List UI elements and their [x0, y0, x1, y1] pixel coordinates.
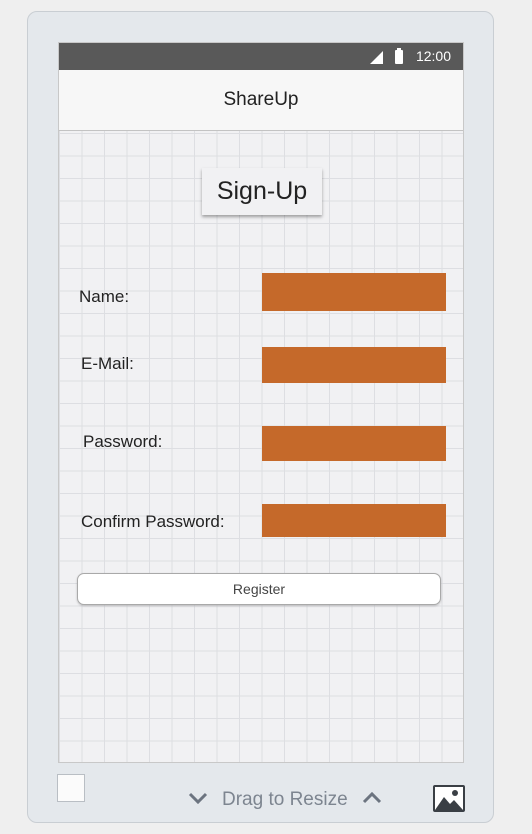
chevron-up-icon[interactable] — [362, 788, 382, 811]
drag-to-resize-label: Drag to Resize — [222, 788, 348, 810]
confirm-password-field[interactable] — [262, 504, 446, 537]
name-field[interactable] — [262, 273, 446, 311]
status-time: 12:00 — [415, 48, 451, 64]
device-frame: 12:00 ShareUp Sign-Up Name: E-Mail: Pass… — [27, 11, 494, 823]
password-label: Password: — [83, 432, 163, 451]
signal-icon — [370, 51, 383, 64]
image-icon[interactable] — [433, 785, 465, 812]
drag-to-resize-control[interactable]: Drag to Resize — [188, 788, 382, 811]
name-label: Name: — [79, 287, 130, 306]
register-button[interactable]: Register — [77, 573, 441, 605]
phone-screen: 12:00 ShareUp Sign-Up Name: E-Mail: Pass… — [58, 42, 464, 763]
password-field[interactable] — [262, 426, 446, 461]
app-title-bar: ShareUp — [59, 70, 463, 131]
checkbox[interactable] — [57, 774, 85, 802]
signup-heading: Sign-Up — [202, 168, 322, 215]
battery-icon — [395, 48, 403, 64]
email-field[interactable] — [262, 347, 446, 383]
app-title: ShareUp — [223, 89, 299, 110]
email-label: E-Mail: — [81, 354, 134, 373]
confirm-password-label: Confirm Password: — [81, 512, 225, 531]
chevron-down-icon[interactable] — [188, 788, 208, 811]
status-bar: 12:00 — [59, 43, 463, 70]
